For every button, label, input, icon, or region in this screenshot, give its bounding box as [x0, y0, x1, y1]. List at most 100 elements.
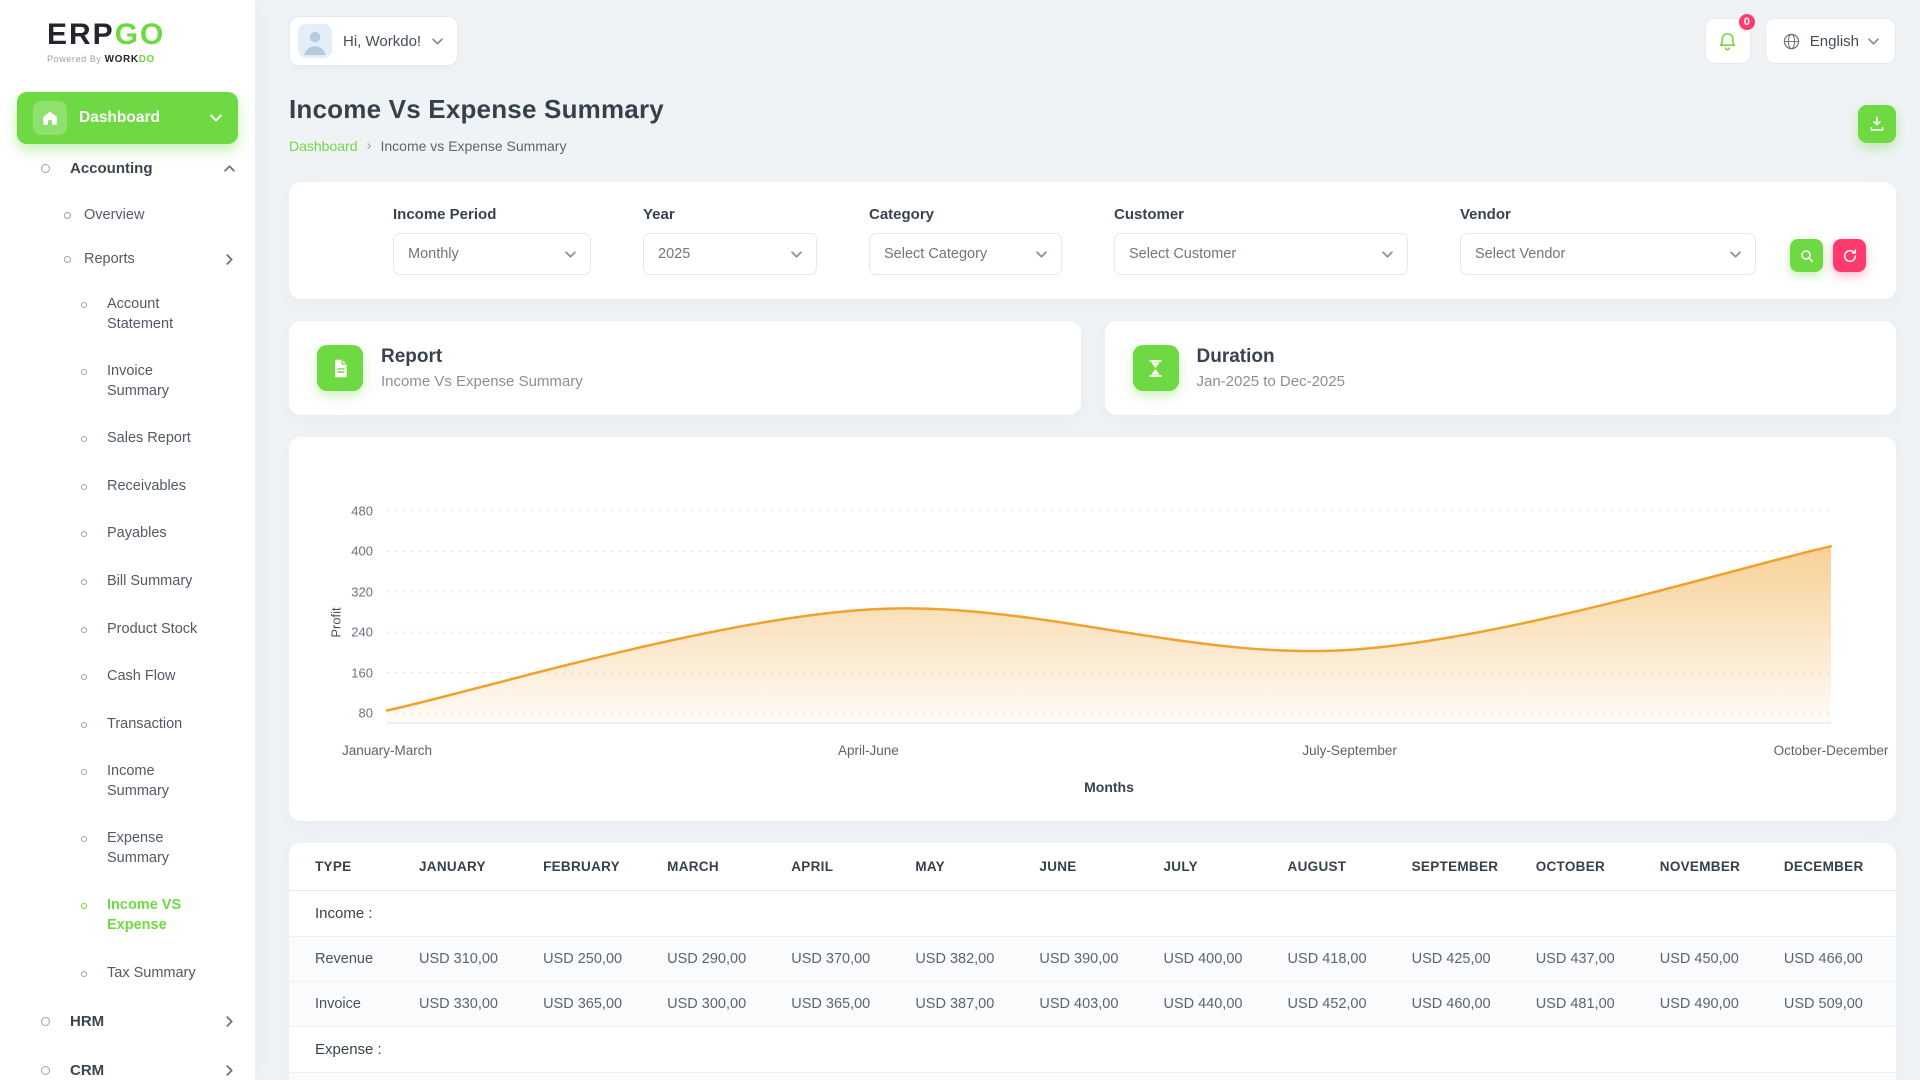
sidebar-item-expense-summary[interactable]: Expense Summary — [0, 815, 255, 882]
sidebar-item-label: Sales Report — [107, 430, 191, 447]
search-icon — [1800, 249, 1813, 262]
income-period-select[interactable]: Monthly — [393, 233, 591, 275]
column-header-october: OCTOBER — [1523, 843, 1648, 891]
x-axis-labels: January-March April-June July-September Oct… — [342, 743, 1888, 765]
sidebar-item-invoice-summary[interactable]: Invoice Summary — [0, 348, 255, 415]
column-header-september: SEPTEMBER — [1399, 843, 1524, 891]
table-section-row: Income : — [289, 890, 1896, 937]
user-menu[interactable]: Hi, Workdo! — [289, 16, 459, 66]
chevron-down-icon — [1036, 250, 1047, 258]
column-header-type: TYPE — [289, 843, 407, 891]
chevron-down-icon — [1382, 250, 1393, 258]
table-row-revenue: Revenue USD 310,00 USD 250,00 USD 290,00 USD… — [289, 936, 1896, 982]
sidebar-item-sales-report[interactable]: Sales Report — [0, 415, 255, 463]
refresh-icon — [1843, 248, 1856, 262]
value-cell: USD 437,00 — [1523, 936, 1648, 982]
vendor-select[interactable]: Select Vendor — [1460, 233, 1756, 275]
bullet-icon — [41, 164, 50, 173]
reports-submenu: Account Statement Invoice Summary Sales Re… — [0, 281, 255, 997]
bullet-icon — [81, 674, 87, 681]
brand-logo[interactable]: ERPGO Powered By WORKDO — [0, 0, 255, 78]
value-cell: USD 509,00 — [1771, 981, 1896, 1027]
column-header-june: JUNE — [1027, 843, 1152, 891]
value-cell: USD 0,00 — [1647, 1072, 1772, 1080]
bullet-icon — [81, 626, 87, 633]
chart-area-fill — [387, 546, 1831, 723]
sidebar-item-label: Product Stock — [107, 620, 198, 637]
download-button[interactable] — [1858, 105, 1896, 143]
y-axis-ticks: 480 400 320 240 160 80 — [337, 461, 373, 731]
sidebar-item-accounting[interactable]: Accounting — [0, 144, 255, 193]
sidebar-item-label: Income Summary — [107, 763, 170, 799]
bullet-icon — [81, 721, 87, 728]
income-period-label: Income Period — [393, 206, 497, 223]
bullet-icon — [81, 970, 87, 977]
notifications-button[interactable]: 0 — [1704, 12, 1757, 64]
bullet-icon — [41, 1066, 50, 1076]
profit-area-chart — [387, 461, 1831, 731]
language-selector[interactable]: English — [1764, 18, 1896, 64]
reset-button[interactable] — [1833, 239, 1866, 272]
notification-badge: 0 — [1736, 12, 1757, 32]
sidebar-item-overview[interactable]: Overview — [0, 193, 255, 237]
page-content: Income Vs Expense Summary Dashboard › In… — [255, 94, 1920, 1080]
chevron-down-icon — [1730, 250, 1741, 258]
row-type-cell: Revenue — [289, 936, 407, 982]
x-tick-label: April-June — [837, 743, 899, 758]
sidebar-item-income-vs-expense[interactable]: Income VS Expense — [0, 882, 255, 949]
sidebar-item-payables[interactable]: Payables — [0, 510, 255, 558]
value-cell: USD 370,00 — [779, 936, 904, 982]
brand-name: ERPGO — [47, 18, 166, 51]
value-cell: USD 0,00 — [1399, 1072, 1524, 1080]
bullet-icon — [64, 255, 71, 263]
sidebar-item-tax-summary[interactable]: Tax Summary — [0, 950, 255, 998]
value-cell: USD 0,00 — [1151, 1072, 1276, 1080]
avatar — [298, 24, 332, 58]
sidebar-item-income-summary[interactable]: Income Summary — [0, 748, 255, 815]
document-icon — [317, 345, 363, 391]
download-icon — [1870, 116, 1884, 131]
sidebar-item-label: Receivables — [107, 477, 186, 494]
table-body: Income : Revenue USD 310,00 USD 250,00 USD 2… — [289, 890, 1896, 1080]
bullet-icon — [64, 211, 71, 219]
value-cell: USD 0,00 — [1771, 1072, 1896, 1080]
column-header-may: MAY — [903, 843, 1028, 891]
sidebar-item-hrm[interactable]: HRM — [0, 997, 255, 1046]
language-label: English — [1809, 32, 1859, 50]
income-period-value: Monthly — [408, 246, 459, 262]
value-cell: USD 460,00 — [1399, 981, 1524, 1027]
sidebar: ERPGO Powered By WORKDO Dashboard Accoun… — [0, 0, 255, 1080]
customer-select[interactable]: Select Customer — [1114, 233, 1408, 275]
value-cell: USD 365,00 — [779, 981, 904, 1027]
value-cell: USD 390,00 — [1027, 936, 1152, 982]
year-select[interactable]: 2025 — [643, 233, 817, 275]
column-header-november: NOVEMBER — [1647, 843, 1772, 891]
sidebar-item-crm[interactable]: CRM — [0, 1046, 255, 1080]
sidebar-item-receivables[interactable]: Receivables — [0, 463, 255, 511]
bullet-icon — [81, 836, 87, 843]
sidebar-item-dashboard[interactable]: Dashboard — [17, 92, 238, 144]
breadcrumb: Dashboard › Income vs Expense Summary — [289, 137, 664, 154]
sidebar-item-label: Invoice Summary — [107, 363, 170, 399]
bullet-icon — [81, 903, 87, 910]
search-button[interactable] — [1790, 239, 1823, 272]
sidebar-item-label: Bill Summary — [107, 572, 193, 589]
sidebar-item-bill-summary[interactable]: Bill Summary — [0, 558, 255, 606]
breadcrumb-dashboard-link[interactable]: Dashboard — [289, 138, 358, 154]
value-cell: USD 452,00 — [1275, 981, 1400, 1027]
value-cell: USD 466,00 — [1771, 936, 1896, 982]
sidebar-item-product-stock[interactable]: Product Stock — [0, 606, 255, 654]
sidebar-item-account-statement[interactable]: Account Statement — [0, 281, 255, 348]
column-header-april: APRIL — [779, 843, 904, 891]
filter-fields: Income Period Monthly Year 2025 Category Sele… — [393, 206, 1756, 275]
sidebar-item-cash-flow[interactable]: Cash Flow — [0, 653, 255, 701]
value-cell: USD 330,00 — [407, 981, 532, 1027]
column-header-january: JANUARY — [407, 843, 532, 891]
x-tick-label: July-September — [1302, 743, 1397, 758]
column-header-december: DECEMBER — [1771, 843, 1896, 891]
category-select[interactable]: Select Category — [869, 233, 1062, 275]
sidebar-menu: Dashboard Accounting Overview Reports Ac… — [0, 92, 255, 1080]
sidebar-item-reports[interactable]: Reports — [0, 237, 255, 281]
sidebar-item-label: Account Statement — [107, 296, 174, 332]
sidebar-item-transaction[interactable]: Transaction — [0, 701, 255, 749]
